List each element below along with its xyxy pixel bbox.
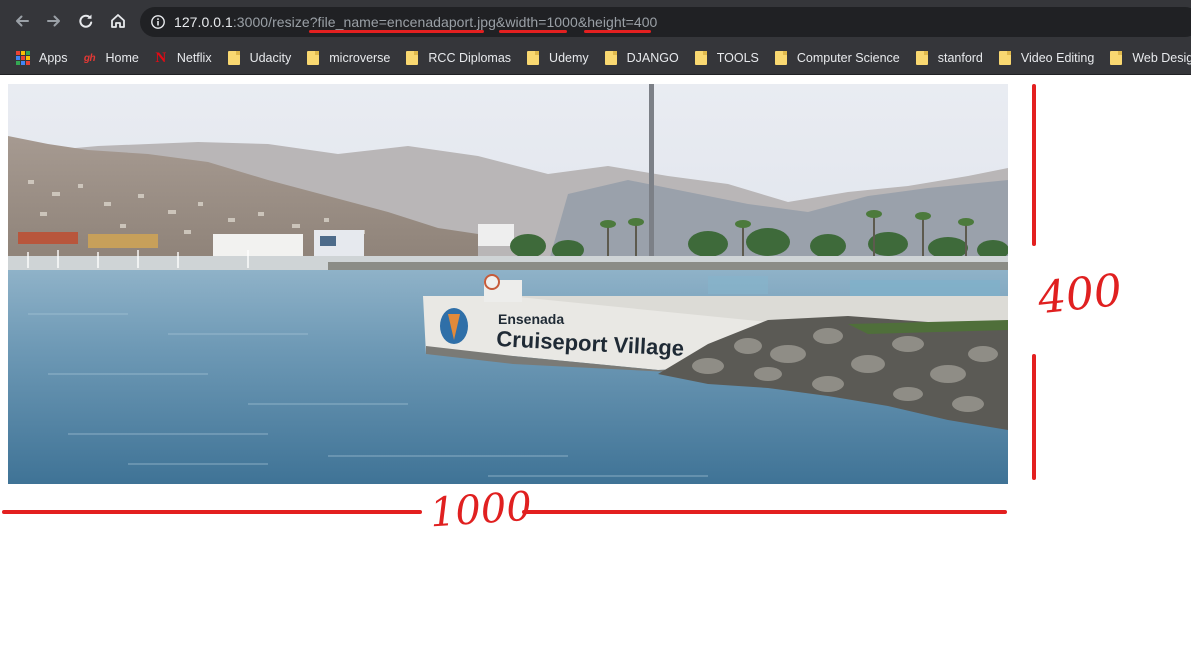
width-dimension-line-left [2,510,422,514]
bookmark-label: RCC Diplomas [428,51,512,65]
bookmark-label: Computer Science [796,51,900,65]
back-button[interactable] [9,8,35,34]
bookmark-label: Video Editing [1020,51,1095,65]
github-icon: gh [83,52,96,64]
info-icon[interactable] [150,14,166,30]
bookmark-video-editing[interactable]: Video Editing [990,44,1101,72]
bookmark-rcc-diplomas[interactable]: RCC Diplomas [397,44,518,72]
forward-button[interactable] [41,8,67,34]
browser-toolbar: 127.0.0.1:3000/resize?file_name=encenada… [0,0,1191,42]
bookmark-label: Udemy [549,51,589,65]
bookmark-udemy[interactable]: Udemy [518,44,596,72]
reload-button[interactable] [73,8,99,34]
bookmark-netflix[interactable]: N Netflix [146,44,219,72]
back-arrow-icon [16,15,29,27]
url-underline-width [499,30,567,33]
cruiseport-emblem [440,308,468,344]
bookmark-home[interactable]: gh Home [75,44,146,72]
bookmark-label: Netflix [176,51,212,65]
bookmark-label: DJANGO [626,51,679,65]
folder-icon [603,50,619,66]
folder-icon [525,50,541,66]
width-dimension-line-right [522,510,1007,514]
reload-icon [79,14,93,28]
url-host: 127.0.0.1 [174,14,233,30]
bookmark-web-design[interactable]: Web Design [1101,44,1191,72]
sign-ensenada-text: Ensenada [498,311,564,327]
bookmark-label: microverse [329,51,391,65]
url-text[interactable]: 127.0.0.1:3000/resize?file_name=encenada… [174,14,657,30]
bookmark-django[interactable]: DJANGO [596,44,686,72]
home-icon [111,14,125,28]
bookmark-microverse[interactable]: microverse [298,44,397,72]
bookmark-computer-science[interactable]: Computer Science [766,44,907,72]
bookmark-udacity[interactable]: Udacity [219,44,299,72]
home-button[interactable] [105,8,131,34]
height-dimension-line-top [1032,84,1036,246]
folder-icon [226,50,242,66]
folder-icon [693,50,709,66]
bookmark-label: stanford [937,51,983,65]
bookmark-label: Home [105,51,139,65]
url-underline-height [584,30,651,33]
folder-icon [305,50,321,66]
folder-icon [773,50,789,66]
height-dimension-line-bottom [1032,354,1036,480]
url-path: :3000/resize?file_name=encenadaport.jpg&… [232,14,658,30]
width-label: 1000 [428,483,534,537]
resized-image: Ensenada Cruiseport Village [8,84,1008,484]
bookmark-apps[interactable]: Apps [8,44,75,72]
folder-icon [1108,50,1124,66]
bookmark-tools[interactable]: TOOLS [686,44,766,72]
address-bar[interactable]: 127.0.0.1:3000/resize?file_name=encenada… [140,7,1191,37]
bookmark-label: Web Design [1132,51,1191,65]
folder-icon [404,50,420,66]
url-underline-file-name [309,30,484,33]
height-label: 400 [1035,264,1125,325]
bookmark-label: TOOLS [716,51,759,65]
folder-icon [914,50,930,66]
bookmark-label: Apps [39,51,68,65]
bookmark-label: Udacity [249,51,292,65]
apps-grid-icon [15,50,31,66]
forward-arrow-icon [47,15,60,27]
harbor-photo: Ensenada Cruiseport Village [8,84,1008,484]
bookmark-stanford[interactable]: stanford [907,44,990,72]
netflix-icon: N [155,49,167,66]
folder-icon [997,50,1013,66]
bookmarks-bar: Apps gh Home N Netflix Udacity microvers… [0,42,1191,75]
